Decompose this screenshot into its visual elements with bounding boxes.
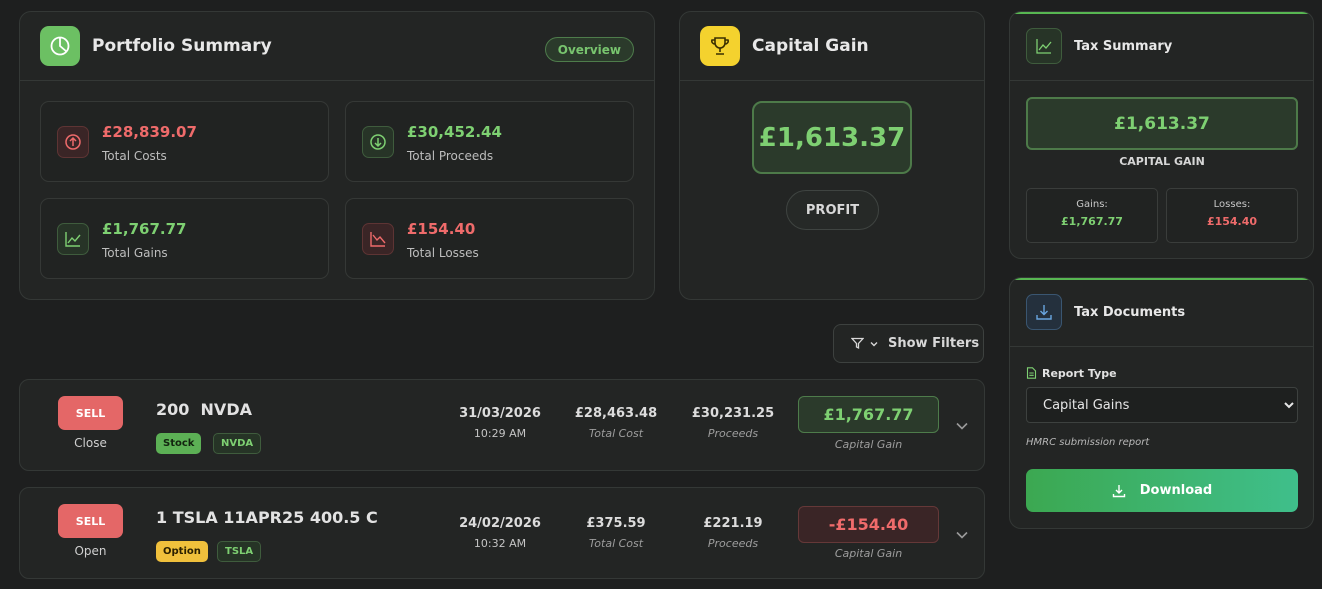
capital-gain-amount: £1,613.37 [752,101,912,174]
total-cost-label: Total Cost [588,427,644,440]
report-type-label-row: Report Type [1026,364,1117,383]
trade-title: 1 TSLA 11APR25 400.5 C [156,508,378,527]
total-cost-value: £28,463.48 [574,406,658,421]
total-costs-label: Total Costs [102,149,167,163]
stat-total-gains: £1,767.77 Total Gains [40,198,329,279]
report-type-label: Report Type [1042,367,1117,380]
type-tag: Option [156,541,208,562]
total-gains-value: £1,767.77 [102,220,187,238]
document-icon [1026,364,1037,383]
tax-documents-card: Tax Documents Report Type Capital Gains … [1009,277,1314,529]
capital-gain-label: Capital Gain [834,547,903,560]
overview-badge[interactable]: Overview [544,37,634,62]
proceeds-value: £30,231.25 [691,406,775,421]
pie-chart-icon [40,26,80,66]
tax-gains-box: Gains: £1,767.77 [1026,188,1158,243]
stat-total-losses: £154.40 Total Losses [345,198,634,279]
proceeds-value: £221.19 [703,516,763,531]
show-filters-label: Show Filters [888,336,980,351]
total-costs-value: £28,839.07 [102,123,197,141]
trade-row[interactable]: SELL Open 1 TSLA 11APR25 400.5 C Option … [19,487,985,579]
symbol-tag: NVDA [213,433,262,454]
symbol-tag: TSLA [217,541,262,562]
total-losses-value: £154.40 [407,220,476,238]
capital-gain-title: Capital Gain [752,36,869,56]
total-proceeds-label: Total Proceeds [407,149,494,163]
proceeds-label: Proceeds [707,537,759,550]
capital-gain-value: -£154.40 [798,506,939,543]
trade-total-cost: £375.59 Total Cost [561,516,671,550]
total-cost-value: £375.59 [586,516,646,531]
trend-up-icon [57,223,89,255]
arrow-down-circle-icon [362,126,394,158]
type-tag: Stock [156,433,202,454]
position-status: Close [74,436,107,450]
proceeds-label: Proceeds [707,427,759,440]
chevron-down-icon [869,339,879,349]
capital-gain-value: £1,767.77 [798,396,939,433]
total-proceeds-value: £30,452.44 [407,123,502,141]
show-filters-button[interactable]: Show Filters [833,324,984,363]
portfolio-summary-title: Portfolio Summary [92,36,272,56]
sell-action-badge: SELL [58,396,123,430]
tax-gains-label: Gains: [1076,199,1108,210]
total-gains-label: Total Gains [102,246,168,260]
tax-documents-title: Tax Documents [1074,304,1186,320]
line-chart-icon [1026,28,1062,64]
trade-time: 10:32 AM [473,537,527,550]
tax-summary-amount-label: CAPITAL GAIN [1119,155,1205,168]
profit-status-badge: PROFIT [786,190,879,230]
expand-chevron-icon[interactable] [955,416,969,435]
capital-gain-header: Capital Gain [680,12,984,81]
tax-gains-value: £1,767.77 [1061,215,1123,228]
total-losses-label: Total Losses [407,246,479,260]
trade-row[interactable]: SELL Close 200 NVDA Stock NVDA 31/03/202… [19,379,985,471]
tax-summary-card: Tax Summary £1,613.37 CAPITAL GAIN Gains… [1009,11,1314,259]
trade-datetime: 24/02/2026 10:32 AM [450,516,550,550]
portfolio-summary-card: Portfolio Summary Overview £28,839.07 To… [19,11,655,300]
stat-total-costs: £28,839.07 Total Costs [40,101,329,182]
arrow-up-circle-icon [57,126,89,158]
tax-documents-header: Tax Documents [1010,278,1313,347]
portfolio-summary-header: Portfolio Summary Overview [20,12,654,81]
tax-losses-label: Losses: [1213,199,1251,210]
tax-summary-title: Tax Summary [1074,38,1173,54]
capital-gain-card: Capital Gain £1,613.37 PROFIT [679,11,985,300]
tax-summary-header: Tax Summary [1010,12,1313,81]
sell-action-badge: SELL [58,504,123,538]
trend-down-icon [362,223,394,255]
download-label: Download [1139,483,1213,498]
trade-total-cost: £28,463.48 Total Cost [561,406,671,440]
trade-date: 31/03/2026 [459,406,541,421]
trade-datetime: 31/03/2026 10:29 AM [450,406,550,440]
stat-total-proceeds: £30,452.44 Total Proceeds [345,101,634,182]
position-status: Open [74,544,107,558]
total-cost-label: Total Cost [588,537,644,550]
tax-losses-box: Losses: £154.40 [1166,188,1298,243]
download-tray-icon [1112,484,1126,498]
trade-time: 10:29 AM [473,427,527,440]
filter-icon [851,337,864,350]
capital-gain-label: Capital Gain [834,438,903,451]
tax-summary-amount: £1,613.37 [1026,97,1298,150]
download-button[interactable]: Download [1026,469,1298,512]
trade-title: 200 NVDA [156,400,252,419]
trade-proceeds: £30,231.25 Proceeds [678,406,788,440]
trade-date: 24/02/2026 [459,516,541,531]
trade-proceeds: £221.19 Proceeds [678,516,788,550]
report-type-hint: HMRC submission report [1026,437,1150,448]
report-type-select[interactable]: Capital Gains [1026,387,1298,423]
trophy-icon [700,26,740,66]
download-icon [1026,294,1062,330]
tax-losses-value: £154.40 [1206,215,1258,228]
expand-chevron-icon[interactable] [955,525,969,544]
